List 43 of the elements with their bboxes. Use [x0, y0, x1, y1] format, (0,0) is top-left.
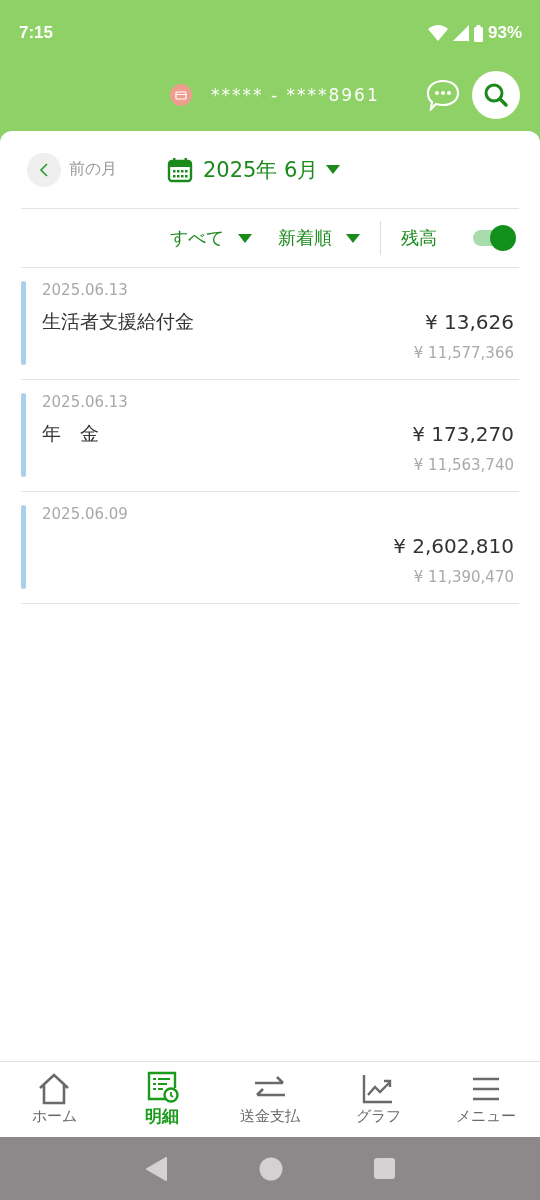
transaction-description: 年 金 — [42, 421, 99, 446]
chart-icon — [361, 1073, 395, 1105]
transaction-date: 2025.06.09 — [42, 505, 129, 523]
month-selector[interactable]: 2025年 6月 — [167, 155, 341, 184]
transaction-amount: ¥ 2,602,810 — [393, 534, 514, 558]
search-icon — [483, 81, 509, 108]
balance-label: 残高 — [401, 226, 437, 250]
status-time: 7:15 — [19, 23, 54, 43]
transaction-date: 2025.06.13 — [42, 393, 129, 411]
battery-percent: 93% — [487, 23, 522, 43]
chevron-left-icon — [39, 161, 49, 178]
transaction-date: 2025.06.13 — [42, 281, 129, 299]
wifi-icon — [427, 25, 448, 41]
caret-icon — [326, 165, 341, 174]
search-button[interactable] — [472, 70, 520, 119]
nav-tab[interactable]: ホーム — [0, 1073, 108, 1126]
nav-tab[interactable]: 明細 — [108, 1071, 216, 1128]
home-icon — [37, 1073, 71, 1105]
filter-dropdown[interactable]: 新着順 — [278, 226, 360, 250]
transaction-amount: ¥ 173,270 — [412, 422, 514, 446]
card-icon — [170, 83, 192, 106]
home-button-icon[interactable] — [258, 1156, 283, 1181]
nav-tab[interactable]: 送金支払 — [216, 1073, 324, 1126]
account-number: ***** - ****8961 — [211, 84, 381, 105]
transaction-amount: ¥ 13,626 — [424, 310, 514, 334]
previous-month-button[interactable] — [27, 152, 61, 187]
transaction-description: 生活者支援給付金 — [42, 309, 194, 334]
recents-icon[interactable] — [373, 1158, 395, 1179]
caret-icon — [238, 233, 252, 243]
balance-amount: ¥ 11,563,740 — [413, 456, 514, 474]
caret-icon — [346, 233, 360, 243]
balance-amount: ¥ 11,577,366 — [413, 344, 514, 362]
battery-icon — [473, 24, 483, 42]
statement-clock-icon — [145, 1071, 179, 1103]
calendar-icon — [167, 156, 193, 183]
balance-amount: ¥ 11,390,470 — [413, 568, 514, 586]
back-icon[interactable] — [145, 1156, 168, 1181]
filter-dropdown[interactable]: すべて — [170, 226, 252, 250]
signal-icon — [452, 25, 469, 41]
previous-month-label[interactable]: 前の月 — [69, 159, 117, 180]
nav-tab[interactable]: メニュー — [432, 1073, 540, 1126]
chat-icon[interactable] — [426, 78, 460, 111]
nav-tab[interactable]: グラフ — [324, 1073, 432, 1126]
